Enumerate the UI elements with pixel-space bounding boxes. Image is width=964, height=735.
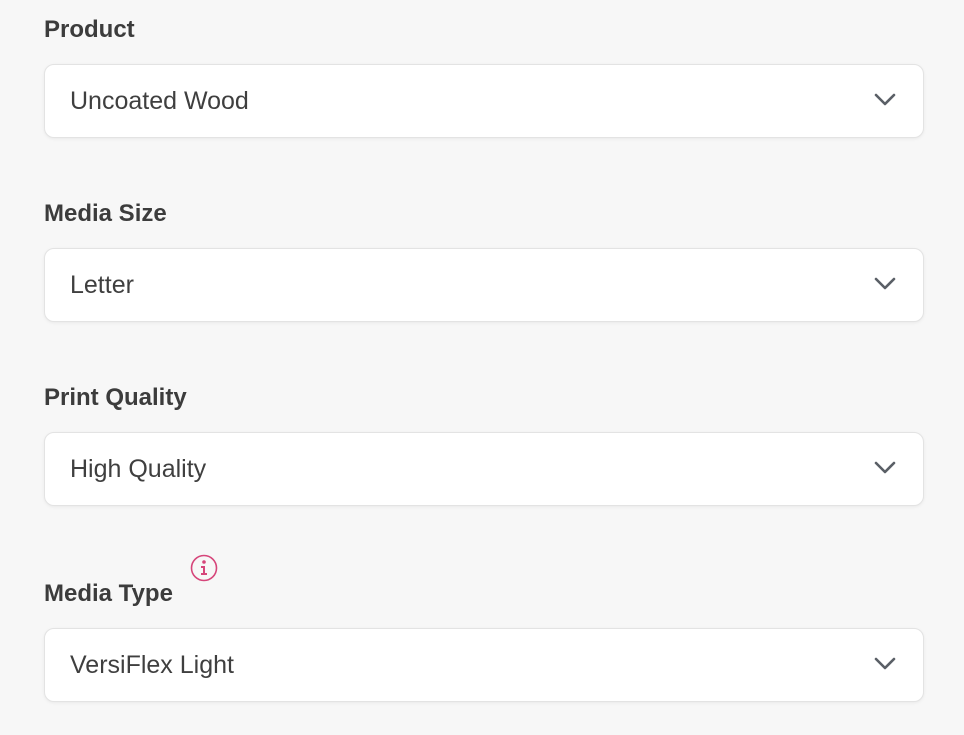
media-size-label: Media Size <box>44 200 167 227</box>
print-settings-form: Product Uncoated Wood Media Size Letter … <box>0 0 964 735</box>
media-type-select-value: VersiFlex Light <box>70 651 234 679</box>
print-quality-select-value: High Quality <box>70 455 207 483</box>
media-size-select-value: Letter <box>70 271 134 299</box>
print-quality-field: Print Quality High Quality <box>44 384 924 506</box>
media-size-field: Media Size Letter <box>44 200 924 322</box>
product-label: Product <box>44 16 135 43</box>
product-select-value: Uncoated Wood <box>70 87 249 115</box>
media-type-select[interactable]: VersiFlex Light <box>44 628 924 702</box>
chevron-down-icon <box>874 461 896 474</box>
print-quality-label: Print Quality <box>44 384 187 411</box>
chevron-down-icon <box>874 93 896 106</box>
info-circle-icon[interactable] <box>190 554 218 582</box>
media-type-field: Media Type VersiFlex Light <box>44 554 924 702</box>
media-type-label: Media Type <box>44 580 173 607</box>
product-field: Product Uncoated Wood <box>44 16 924 138</box>
product-select[interactable]: Uncoated Wood <box>44 64 924 138</box>
chevron-down-icon <box>874 277 896 290</box>
print-quality-select[interactable]: High Quality <box>44 432 924 506</box>
chevron-down-icon <box>874 657 896 670</box>
media-size-select[interactable]: Letter <box>44 248 924 322</box>
